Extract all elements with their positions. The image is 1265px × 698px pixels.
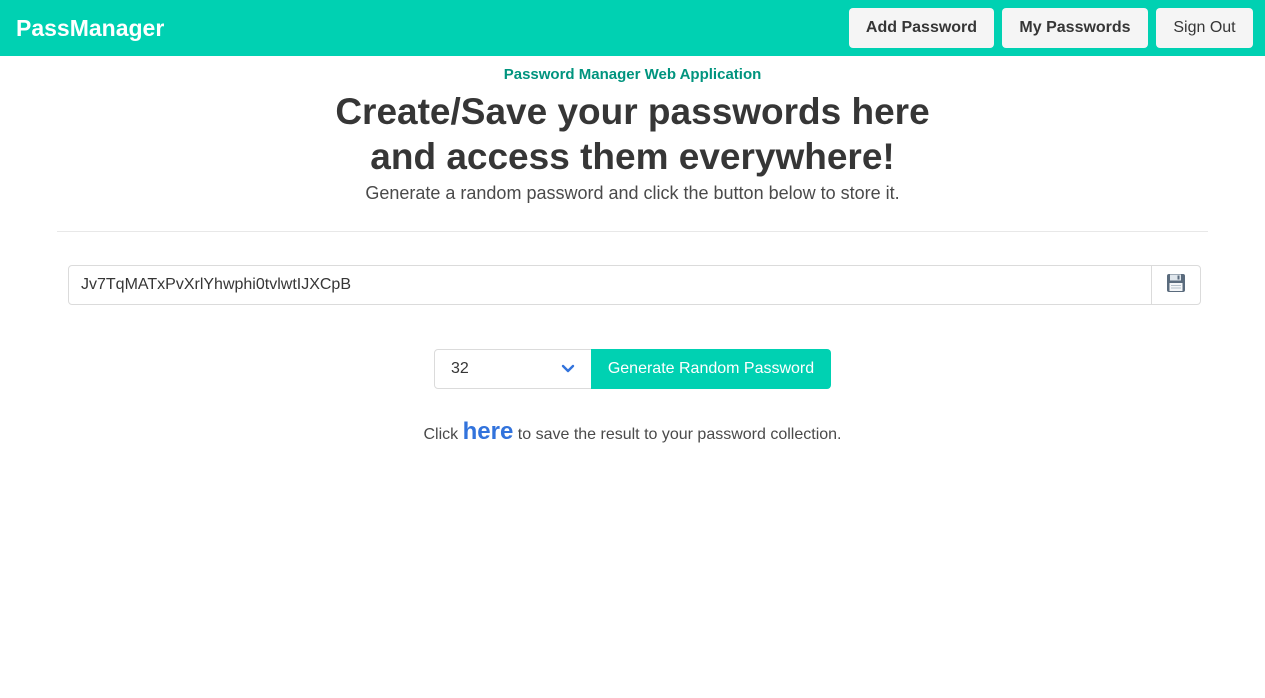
floppy-disk-icon	[1166, 273, 1186, 298]
add-password-button[interactable]: Add Password	[849, 8, 994, 48]
page-title: Create/Save your passwords here and acce…	[0, 89, 1265, 179]
save-here-link[interactable]: here	[463, 418, 514, 445]
length-select-value: 32	[451, 360, 469, 377]
navbar: PassManager Add Password My Passwords Si…	[0, 0, 1265, 56]
divider	[57, 231, 1208, 232]
title-line-1: Create/Save your passwords here	[335, 91, 930, 132]
generate-password-button[interactable]: Generate Random Password	[591, 349, 831, 389]
save-hint: Click here to save the result to your pa…	[0, 418, 1265, 446]
save-password-button[interactable]	[1151, 265, 1201, 305]
length-select[interactable]: 32	[434, 349, 592, 389]
password-input[interactable]	[68, 265, 1152, 305]
page-subtitle: Password Manager Web Application	[503, 66, 762, 83]
chevron-down-icon	[561, 362, 575, 376]
sign-out-button[interactable]: Sign Out	[1156, 8, 1253, 48]
hint-suffix: to save the result to your password coll…	[517, 426, 842, 443]
my-passwords-button[interactable]: My Passwords	[1002, 8, 1148, 48]
brand-logo[interactable]: PassManager	[16, 0, 164, 56]
title-line-2: and access them everywhere!	[370, 136, 895, 177]
hint-prefix: Click	[423, 426, 459, 443]
page-lead-text: Generate a random password and click the…	[365, 183, 900, 203]
